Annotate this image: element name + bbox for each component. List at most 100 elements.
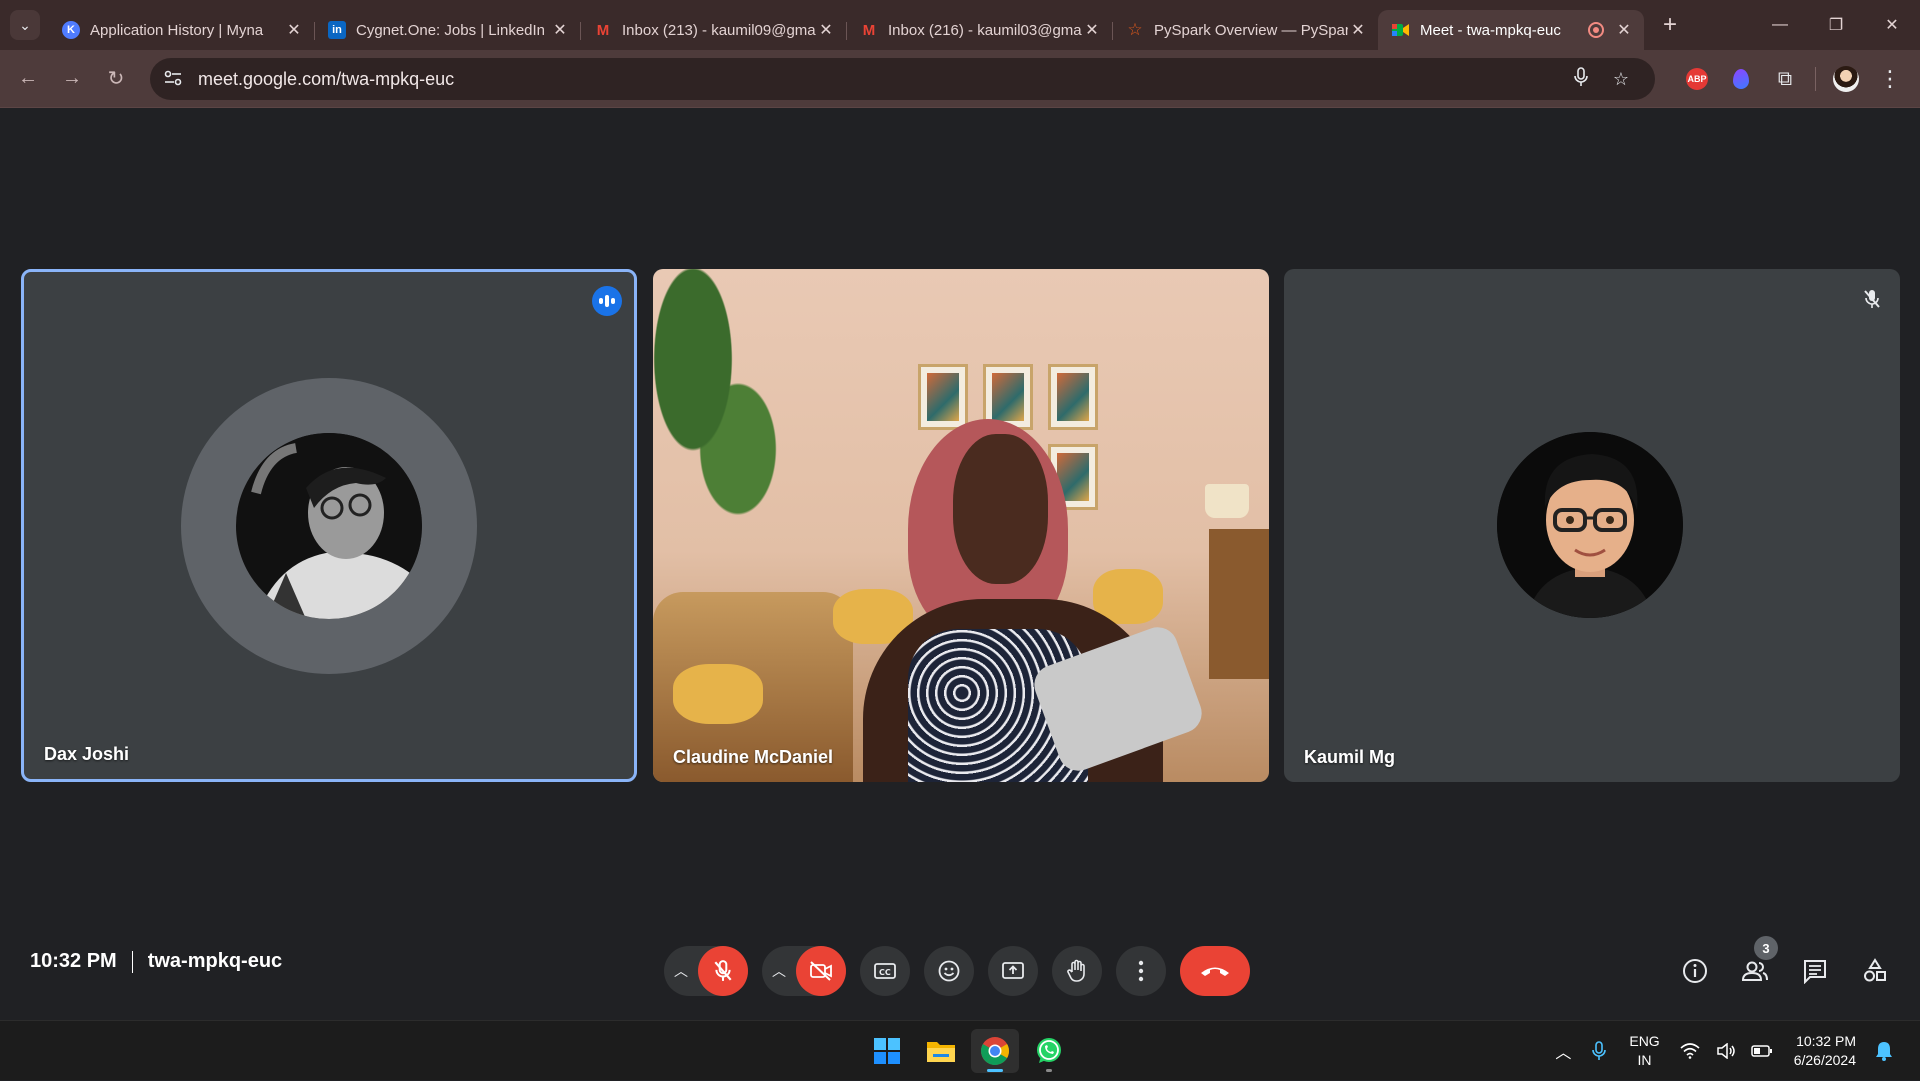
volume-icon[interactable] bbox=[1708, 1043, 1744, 1059]
video-options-chevron-icon[interactable]: ︿ bbox=[762, 961, 796, 981]
spark-icon: ☆ bbox=[1127, 20, 1143, 39]
forward-icon[interactable]: → bbox=[50, 57, 94, 101]
close-tab-icon[interactable]: ✕ bbox=[1348, 20, 1368, 40]
leave-call-button[interactable] bbox=[1180, 946, 1250, 996]
drop-extension-icon[interactable] bbox=[1719, 58, 1763, 100]
browser-tab-strip: ⌄ K Application History | Myna ✕ in Cygn… bbox=[0, 0, 1920, 50]
close-tab-icon[interactable]: ✕ bbox=[550, 20, 570, 40]
close-tab-icon[interactable]: ✕ bbox=[1082, 20, 1102, 40]
file-explorer-icon[interactable] bbox=[917, 1029, 965, 1073]
address-bar[interactable]: meet.google.com/twa-mpkq-euc ☆ bbox=[150, 58, 1655, 100]
tab-title: Inbox (213) - kaumil09@gmail bbox=[622, 21, 816, 39]
video-scene-plant bbox=[653, 269, 783, 569]
wall-art-frame bbox=[1048, 364, 1098, 430]
adblock-plus-icon[interactable]: ABP bbox=[1675, 58, 1719, 100]
tab-gmail-inbox-1[interactable]: M Inbox (213) - kaumil09@gmail ✕ bbox=[580, 10, 846, 50]
bookmark-star-icon[interactable]: ☆ bbox=[1601, 69, 1641, 90]
activities-shapes-icon bbox=[1864, 958, 1886, 982]
chat-button[interactable] bbox=[1790, 946, 1840, 996]
hang-up-icon bbox=[1201, 967, 1229, 976]
people-icon bbox=[1741, 961, 1768, 981]
closed-captions-icon: CC bbox=[874, 963, 896, 979]
profile-avatar[interactable] bbox=[1824, 58, 1868, 100]
call-controls: ︿ ︿ CC bbox=[664, 946, 1250, 996]
microphone-in-use-icon[interactable] bbox=[1581, 1041, 1617, 1061]
whatsapp-icon[interactable] bbox=[1025, 1029, 1073, 1073]
taskbar-time: 10:32 PM bbox=[1796, 1033, 1856, 1049]
participant-tile-kaumil-mg[interactable]: Kaumil Mg bbox=[1284, 269, 1900, 782]
notification-bell-icon[interactable] bbox=[1866, 1041, 1902, 1061]
input-language-indicator[interactable]: ENG IN bbox=[1629, 1032, 1659, 1070]
people-button[interactable]: 3 bbox=[1730, 936, 1780, 996]
kebab-menu-icon bbox=[1138, 960, 1144, 982]
captions-button[interactable]: CC bbox=[860, 946, 910, 996]
url-text[interactable]: meet.google.com/twa-mpkq-euc bbox=[198, 69, 1561, 90]
chrome-icon[interactable] bbox=[971, 1029, 1019, 1073]
mynaverse-icon: K bbox=[62, 21, 80, 39]
present-screen-icon bbox=[1002, 962, 1024, 979]
camera-toggle-button[interactable] bbox=[796, 946, 846, 996]
raise-hand-button[interactable] bbox=[1052, 946, 1102, 996]
back-icon[interactable]: ← bbox=[6, 57, 50, 101]
microphone-icon[interactable] bbox=[1561, 66, 1601, 92]
meeting-details: 10:32 PM twa-mpkq-euc bbox=[30, 950, 282, 973]
wifi-icon[interactable] bbox=[1672, 1043, 1708, 1059]
tab-pyspark-overview[interactable]: ☆ PySpark Overview — PySpark ✕ bbox=[1112, 10, 1378, 50]
more-options-button[interactable] bbox=[1116, 946, 1166, 996]
meeting-control-bar: 10:32 PM twa-mpkq-euc ︿ ︿ CC 3 bbox=[0, 920, 1920, 1020]
reactions-button[interactable] bbox=[924, 946, 974, 996]
video-control-group: ︿ bbox=[762, 946, 846, 996]
emoji-icon bbox=[938, 960, 960, 982]
restore-icon[interactable]: ❐ bbox=[1808, 0, 1864, 50]
tab-title: Inbox (216) - kaumil03@gmail bbox=[888, 21, 1082, 39]
activities-button[interactable] bbox=[1850, 946, 1900, 996]
microphone-toggle-button[interactable] bbox=[698, 946, 748, 996]
gmail-icon: M bbox=[862, 21, 876, 39]
tab-google-meet[interactable]: Meet - twa-mpkq-euc ✕ bbox=[1378, 10, 1644, 50]
close-window-icon[interactable]: ✕ bbox=[1864, 0, 1920, 50]
browser-toolbar: ← → ↻ meet.google.com/twa-mpkq-euc ☆ ABP… bbox=[0, 50, 1920, 108]
tab-linkedin-jobs[interactable]: in Cygnet.One: Jobs | LinkedIn ✕ bbox=[314, 10, 580, 50]
meeting-side-controls: 3 bbox=[1660, 936, 1900, 996]
new-tab-button[interactable]: + bbox=[1652, 7, 1688, 43]
active-app-indicator bbox=[987, 1069, 1003, 1072]
reload-icon[interactable]: ↻ bbox=[94, 57, 138, 101]
google-meet-icon bbox=[1392, 21, 1410, 39]
present-screen-button[interactable] bbox=[988, 946, 1038, 996]
participant-name: Dax Joshi bbox=[44, 744, 130, 764]
meeting-details-button[interactable] bbox=[1670, 946, 1720, 996]
kebab-menu-icon[interactable]: ⋮ bbox=[1868, 58, 1912, 100]
toolbar-divider bbox=[1815, 67, 1816, 91]
tab-title: PySpark Overview — PySpark bbox=[1154, 21, 1348, 39]
audio-options-chevron-icon[interactable]: ︿ bbox=[664, 961, 698, 981]
tab-title: Meet - twa-mpkq-euc bbox=[1420, 21, 1561, 39]
abp-label: ABP bbox=[1686, 68, 1708, 90]
mic-off-icon bbox=[1858, 285, 1886, 313]
taskbar-clock[interactable]: 10:32 PM 6/26/2024 bbox=[1794, 1032, 1856, 1070]
battery-icon[interactable] bbox=[1744, 1044, 1780, 1058]
participant-tile-dax-joshi[interactable]: Dax Joshi bbox=[21, 269, 637, 782]
video-scene-cushion bbox=[673, 664, 763, 724]
avatar bbox=[1497, 432, 1683, 618]
mic-off-icon bbox=[714, 960, 732, 981]
camera-off-icon bbox=[810, 961, 832, 981]
tab-search-chevron-icon[interactable]: ⌄ bbox=[10, 10, 40, 40]
linkedin-icon: in bbox=[328, 21, 346, 39]
windows-start-icon[interactable] bbox=[863, 1029, 911, 1073]
close-tab-icon[interactable]: ✕ bbox=[284, 20, 304, 40]
chat-icon bbox=[1804, 960, 1826, 984]
minimize-icon[interactable]: — bbox=[1752, 0, 1808, 50]
taskbar-apps bbox=[860, 1029, 1076, 1073]
video-scene-lamp bbox=[1205, 484, 1249, 518]
participant-tile-claudine-mcdaniel[interactable]: Claudine McDaniel bbox=[653, 269, 1269, 782]
tab-gmail-inbox-2[interactable]: M Inbox (216) - kaumil03@gmail ✕ bbox=[846, 10, 1112, 50]
tab-application-history[interactable]: K Application History | Myna ✕ bbox=[48, 10, 314, 50]
site-settings-icon[interactable] bbox=[164, 70, 186, 89]
participant-name: Claudine McDaniel bbox=[673, 747, 834, 767]
show-hidden-icons-chevron-icon[interactable]: ︿ bbox=[1545, 1039, 1581, 1063]
divider bbox=[131, 950, 133, 973]
puzzle-icon[interactable]: ⧉ bbox=[1763, 58, 1807, 100]
close-tab-icon[interactable]: ✕ bbox=[816, 20, 836, 40]
close-tab-icon[interactable]: ✕ bbox=[1614, 20, 1634, 40]
info-icon bbox=[1683, 959, 1707, 983]
